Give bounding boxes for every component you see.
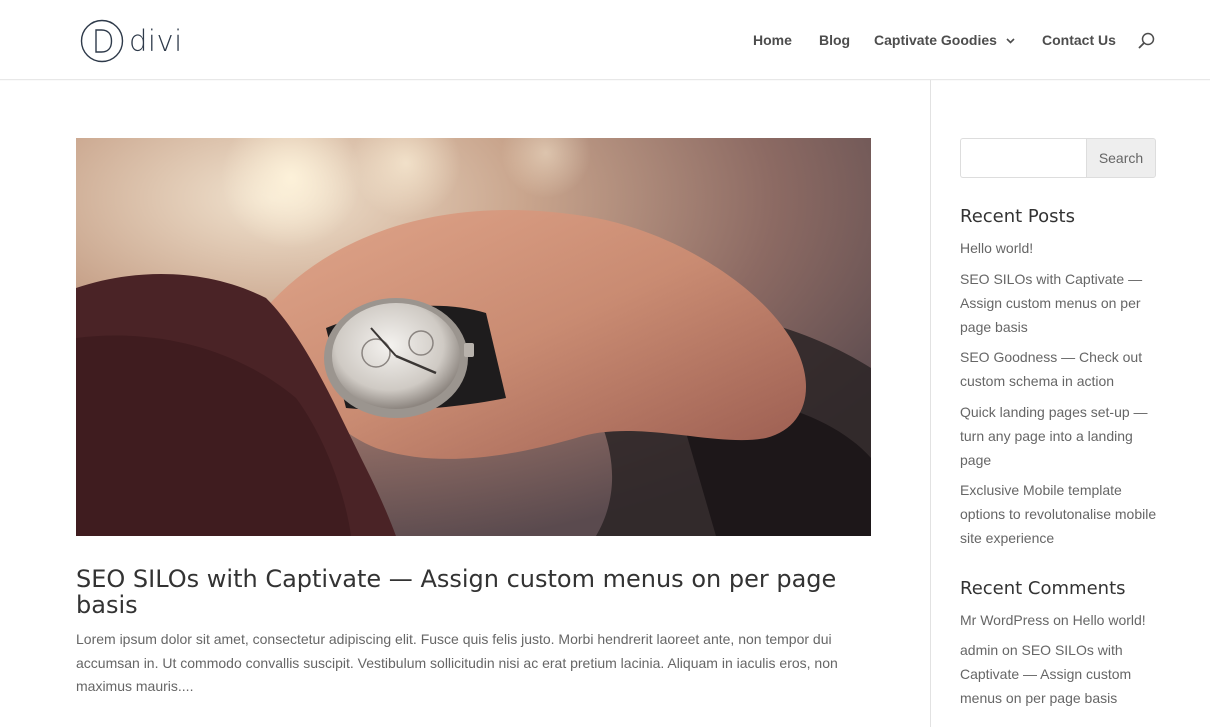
- recent-post-link[interactable]: Hello world!: [960, 240, 1033, 256]
- main-nav: Home Blog Captivate Goodies Contact Us: [0, 31, 1210, 51]
- recent-post-link[interactable]: Exclusive Mobile template options to rev…: [960, 482, 1156, 546]
- recent-posts-title: Recent Posts: [960, 206, 1075, 227]
- nav-home-label: Home: [753, 32, 792, 48]
- recent-posts-list: Hello world! SEO SILOs with Captivate — …: [960, 236, 1160, 557]
- post-title[interactable]: SEO SILOs with Captivate — Assign custom…: [76, 566, 876, 618]
- sidebar-divider: [930, 80, 931, 727]
- comment-on: on: [1053, 612, 1069, 628]
- recent-comments-title: Recent Comments: [960, 578, 1126, 599]
- list-item: SEO Goodness — Check out custom schema i…: [960, 345, 1160, 393]
- comment-post-link[interactable]: Hello world!: [1073, 612, 1146, 628]
- list-item: Hello world!: [960, 236, 1160, 260]
- list-item: SEO SILOs with Captivate — Assign custom…: [960, 267, 1160, 339]
- recent-comments-list: Mr WordPress on Hello world! admin on SE…: [960, 608, 1160, 716]
- nav-captivate-goodies[interactable]: Captivate Goodies: [874, 31, 1015, 49]
- recent-post-link[interactable]: SEO Goodness — Check out custom schema i…: [960, 349, 1142, 389]
- list-item: Quick landing pages set-up — turn any pa…: [960, 400, 1160, 472]
- search-icon[interactable]: [1138, 32, 1155, 49]
- recent-post-link[interactable]: Quick landing pages set-up — turn any pa…: [960, 404, 1148, 468]
- wristwatch-image: [76, 138, 871, 536]
- site-header: divi Home Blog Captivate Goodies Contact…: [0, 0, 1210, 80]
- sidebar-search-input[interactable]: [960, 138, 1086, 178]
- post-excerpt: Lorem ipsum dolor sit amet, consectetur …: [76, 631, 838, 694]
- comment-author: admin: [960, 642, 999, 658]
- nav-blog-label: Blog: [819, 32, 851, 48]
- list-item: admin on SEO SILOs with Captivate — Assi…: [960, 638, 1160, 710]
- list-item: Mr WordPress on Hello world!: [960, 608, 1160, 632]
- chevron-down-icon: [1006, 37, 1015, 44]
- nav-contact-us[interactable]: Contact Us: [1042, 31, 1116, 49]
- post-featured-image[interactable]: [76, 138, 871, 536]
- comment-on: on: [1002, 642, 1018, 658]
- sidebar-search-button[interactable]: Search: [1086, 138, 1156, 178]
- nav-captivate-goodies-label: Captivate Goodies: [874, 32, 997, 48]
- sidebar-search-form: Search: [960, 138, 1156, 178]
- recent-post-link[interactable]: SEO SILOs with Captivate — Assign custom…: [960, 271, 1142, 335]
- nav-home[interactable]: Home: [753, 31, 792, 49]
- list-item: Exclusive Mobile template options to rev…: [960, 478, 1160, 550]
- nav-blog[interactable]: Blog: [819, 31, 850, 49]
- nav-contact-us-label: Contact Us: [1042, 32, 1116, 48]
- comment-author: Mr WordPress: [960, 612, 1050, 628]
